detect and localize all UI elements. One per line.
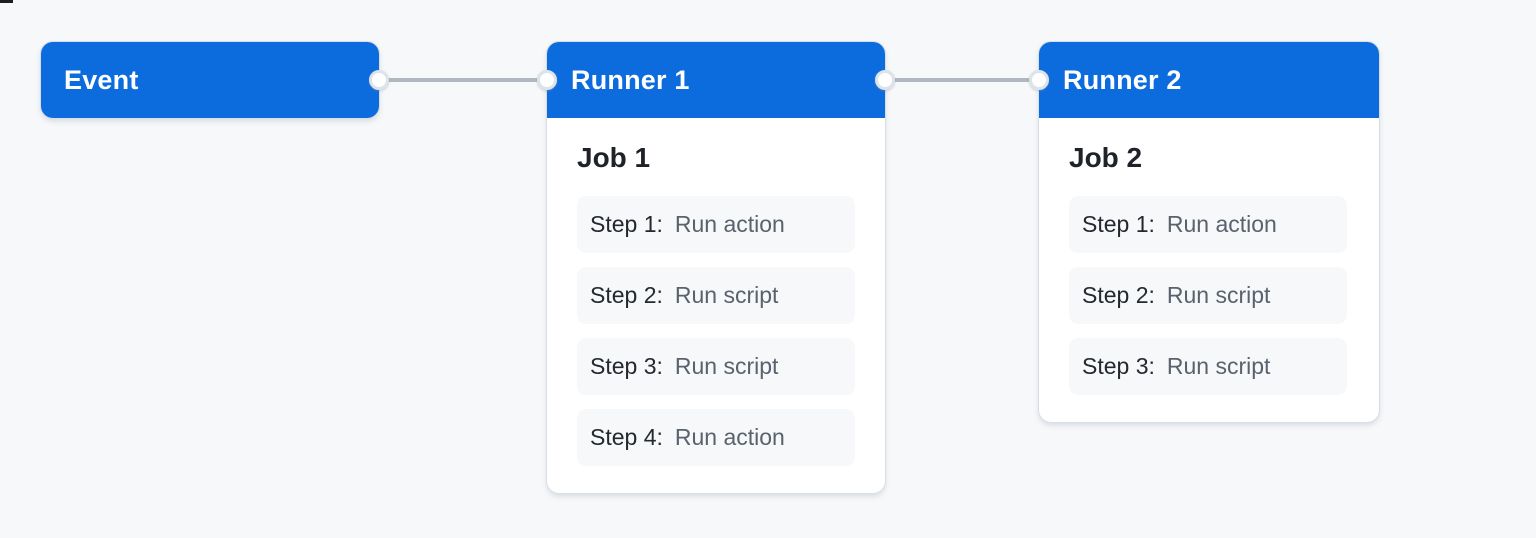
workflow-diagram: Event Runner 1 Job 1 Step 1: Run action … — [0, 0, 1536, 538]
event-node: Event — [41, 42, 379, 118]
connector-dot-event-right — [369, 70, 389, 90]
event-label: Event — [64, 64, 139, 95]
screen-corner-artifact — [0, 0, 13, 3]
job2-steps: Step 1: Run action Step 2: Run script St… — [1069, 196, 1349, 395]
connector-dot-runner1-right — [875, 70, 895, 90]
step-label: Step 3: — [1082, 353, 1155, 379]
runner2-body: Job 2 Step 1: Run action Step 2: Run scr… — [1039, 118, 1379, 395]
step-value: Run action — [674, 424, 785, 450]
runner1-card: Runner 1 Job 1 Step 1: Run action Step 2… — [547, 42, 885, 493]
job1-title: Job 1 — [577, 142, 651, 173]
job1-steps: Step 1: Run action Step 2: Run script St… — [577, 196, 855, 466]
step-label: Step 3: — [590, 353, 663, 379]
connector-dot-runner2-left — [1029, 70, 1049, 90]
runner2-card: Runner 2 Job 2 Step 1: Run action Step 2… — [1039, 42, 1379, 422]
step-label: Step 2: — [590, 282, 663, 308]
step-row: Step 1: Run action — [1069, 196, 1347, 253]
runner2-header: Runner 2 — [1039, 42, 1379, 118]
connector-line-event-runner1 — [379, 78, 547, 82]
step-row: Step 3: Run script — [577, 338, 855, 395]
step-value: Run action — [1166, 211, 1277, 237]
step-label: Step 4: — [590, 424, 663, 450]
runner1-title: Runner 1 — [571, 64, 690, 95]
step-row: Step 1: Run action — [577, 196, 855, 253]
runner2-title: Runner 2 — [1063, 64, 1182, 95]
step-value: Run action — [674, 211, 785, 237]
runner1-header: Runner 1 — [547, 42, 885, 118]
step-label: Step 2: — [1082, 282, 1155, 308]
step-value: Run script — [674, 353, 779, 379]
step-row: Step 3: Run script — [1069, 338, 1347, 395]
step-label: Step 1: — [590, 211, 663, 237]
job2-title: Job 2 — [1069, 142, 1143, 173]
connector-line-runner1-runner2 — [885, 78, 1039, 82]
step-row: Step 4: Run action — [577, 409, 855, 466]
step-label: Step 1: — [1082, 211, 1155, 237]
step-row: Step 2: Run script — [1069, 267, 1347, 324]
runner1-body: Job 1 Step 1: Run action Step 2: Run scr… — [547, 118, 885, 466]
step-value: Run script — [1166, 282, 1271, 308]
step-value: Run script — [674, 282, 779, 308]
step-row: Step 2: Run script — [577, 267, 855, 324]
connector-dot-runner1-left — [537, 70, 557, 90]
step-value: Run script — [1166, 353, 1271, 379]
